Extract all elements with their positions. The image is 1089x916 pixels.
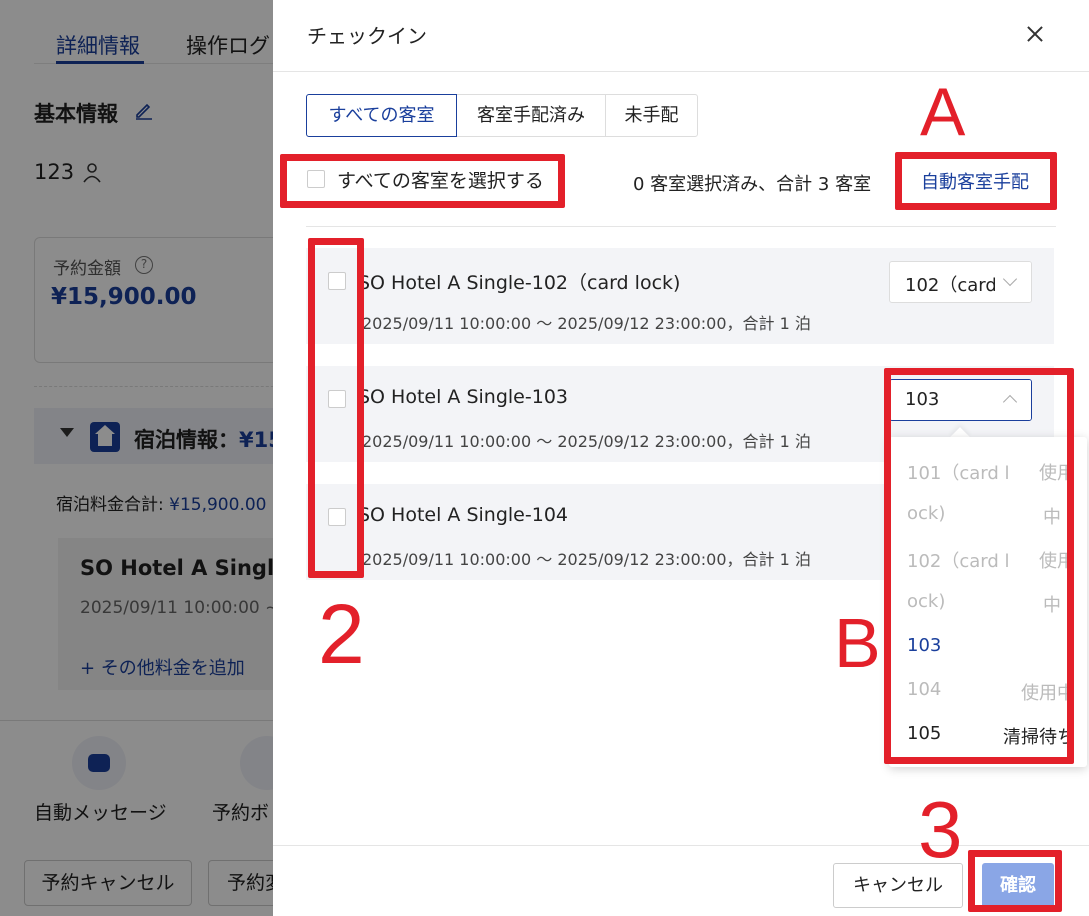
room-date: 2025/09/11 10:00:00 ～ 2025/09/12 23:00:0… [362,432,811,451]
room-date: 2025/09/11 10:00:00 ～ 2025/09/12 23:00:0… [362,314,811,333]
tab-unassigned-rooms[interactable]: 未手配 [605,94,698,137]
annotation-box-confirm [968,850,1062,912]
room-row: SO Hotel A Single-102（card lock) 2025/09… [306,248,1054,344]
annotation-label-a: A [920,74,966,150]
drawer-title: チェックイン [307,24,427,48]
room-name: SO Hotel A Single-102（card lock) [358,272,681,294]
annotation-box-select-all [280,154,565,208]
room-number-select[interactable]: 102（card lock) [889,261,1032,303]
drawer-footer: キャンセル 確認 [273,845,1089,916]
drawer-header: チェックイン [273,0,1089,72]
room-name: SO Hotel A Single-103 [358,386,568,408]
close-icon[interactable] [1023,22,1047,46]
annotation-box-dropdown [884,368,1074,764]
room-name: SO Hotel A Single-104 [358,504,568,526]
annotation-box-auto-assign [895,152,1057,210]
annotation-label-2: 2 [318,587,365,681]
room-date: 2025/09/11 10:00:00 ～ 2025/09/12 23:00:0… [362,550,811,569]
selection-count: 0 客室選択済み、合計 3 客室 [633,174,872,195]
annotation-label-3: 3 [918,785,963,874]
annotation-box-checkboxes [308,238,364,578]
chevron-down-icon [995,262,1031,302]
tab-assigned-rooms[interactable]: 客室手配済み [456,94,606,137]
annotation-label-b: B [834,604,881,682]
tab-all-rooms[interactable]: すべての客室 [306,94,457,137]
divider [306,226,1056,227]
